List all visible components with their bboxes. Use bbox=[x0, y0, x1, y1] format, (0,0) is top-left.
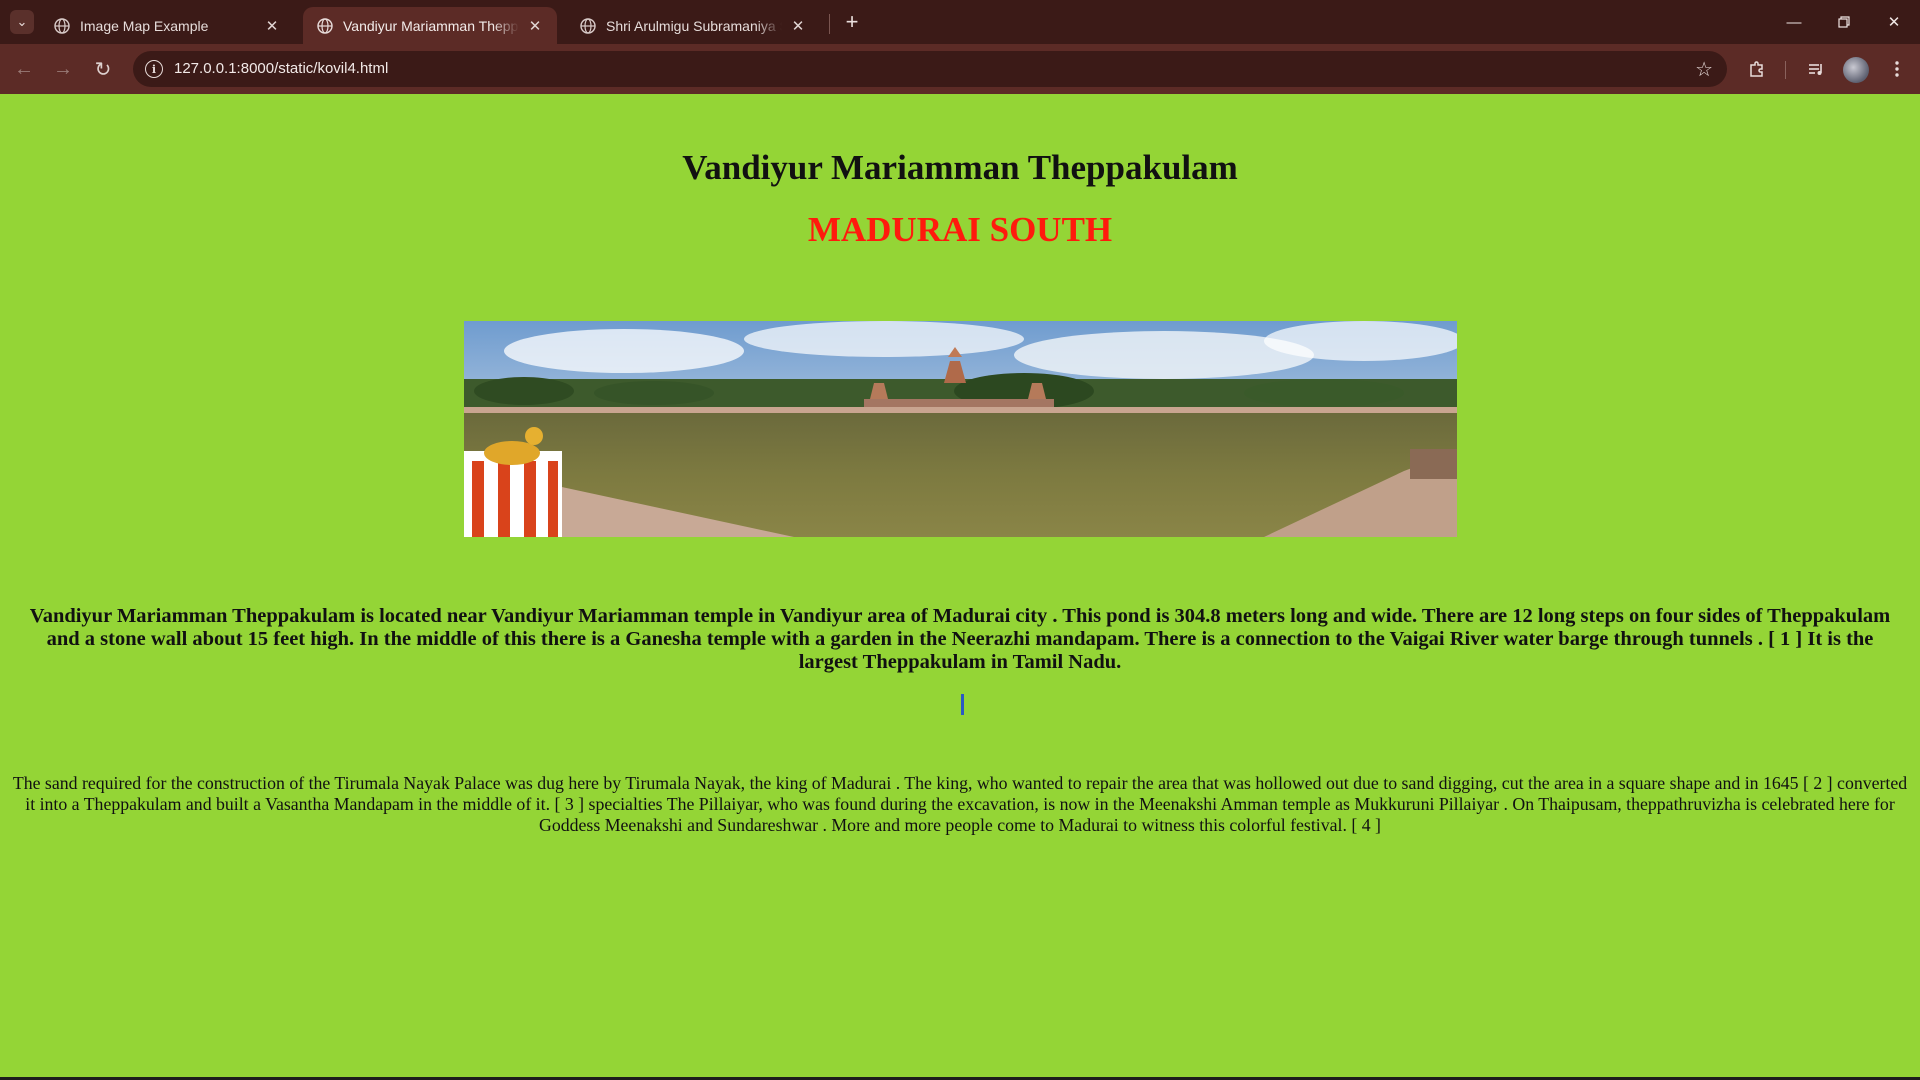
tab-shri-arulmigu[interactable]: Shri Arulmigu Subramaniya Swamy Temple ✕ bbox=[566, 7, 820, 44]
tab-title: Image Map Example bbox=[80, 17, 209, 34]
media-queue-icon[interactable] bbox=[1803, 56, 1829, 82]
toolbar-separator bbox=[1785, 61, 1786, 79]
text-cursor bbox=[961, 694, 964, 715]
page-title: Vandiyur Mariamman Theppakulam bbox=[682, 148, 1238, 187]
avatar-icon[interactable] bbox=[1843, 57, 1869, 83]
puzzle-icon[interactable] bbox=[1744, 56, 1770, 82]
star-icon[interactable]: ☆ bbox=[1695, 57, 1713, 82]
tab-image-map-example[interactable]: Image Map Example ✕ bbox=[40, 7, 294, 44]
tab-title: Shri Arulmigu Subramaniya Swamy Temple bbox=[606, 17, 782, 34]
theppakulam-panorama-image bbox=[464, 321, 1457, 537]
restore-icon[interactable] bbox=[1820, 0, 1868, 44]
info-icon[interactable]: i bbox=[145, 60, 163, 78]
page-body: Vandiyur Mariamman Theppakulam MADURAI S… bbox=[0, 94, 1920, 1078]
close-icon[interactable]: ✕ bbox=[525, 17, 545, 35]
tab-separator bbox=[829, 14, 830, 34]
globe-icon bbox=[54, 17, 70, 34]
chevron-down-icon[interactable]: ⌄ bbox=[10, 10, 34, 34]
address-bar[interactable]: i 127.0.0.1:8000/static/kovil4.html ☆ bbox=[133, 51, 1727, 87]
globe-icon bbox=[317, 17, 333, 34]
minimize-icon[interactable]: — bbox=[1770, 0, 1818, 44]
kebab-menu-icon[interactable] bbox=[1884, 56, 1910, 82]
arrow-left-icon[interactable]: ← bbox=[8, 53, 40, 85]
paragraph-history: The sand required for the construction o… bbox=[12, 773, 1908, 835]
plus-icon[interactable]: + bbox=[838, 8, 866, 36]
tab-title: Vandiyur Mariamman Theppakulam bbox=[343, 17, 519, 34]
url-text[interactable]: 127.0.0.1:8000/static/kovil4.html bbox=[174, 60, 388, 77]
browser-toolbar: ← → ↻ i 127.0.0.1:8000/static/kovil4.htm… bbox=[0, 44, 1920, 94]
tab-strip: ⌄ Image Map Example ✕ Vandiyur Mariamman… bbox=[0, 0, 1920, 44]
globe-icon bbox=[580, 17, 596, 34]
reload-icon[interactable]: ↻ bbox=[87, 53, 119, 85]
tab-vandiyur-mariamman[interactable]: Vandiyur Mariamman Theppakulam ✕ bbox=[303, 7, 557, 44]
close-icon[interactable]: ✕ bbox=[1870, 0, 1918, 44]
paragraph-intro: Vandiyur Mariamman Theppakulam is locate… bbox=[29, 605, 1891, 673]
page-subtitle: MADURAI SOUTH bbox=[807, 210, 1113, 249]
close-icon[interactable]: ✕ bbox=[262, 17, 282, 35]
arrow-right-icon[interactable]: → bbox=[47, 53, 79, 85]
close-icon[interactable]: ✕ bbox=[788, 17, 808, 35]
